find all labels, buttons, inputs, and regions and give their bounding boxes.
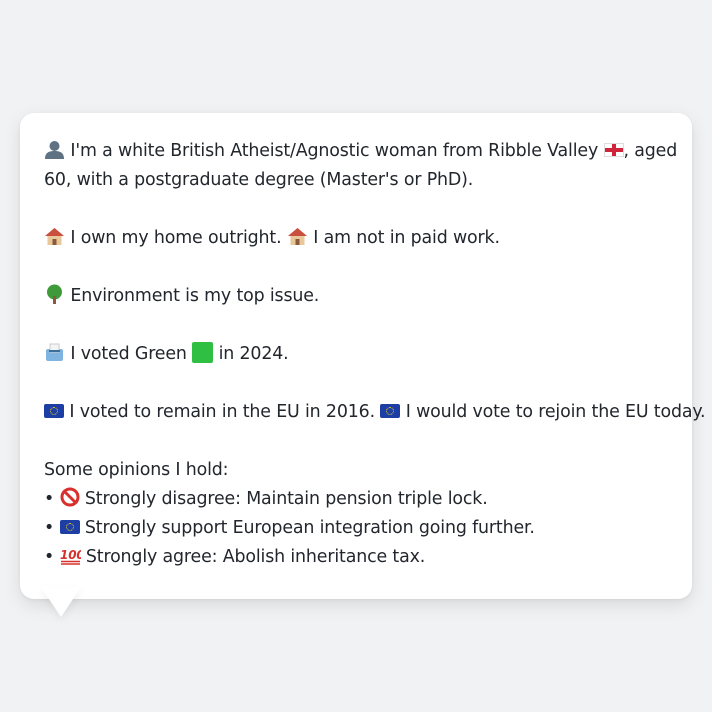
speech-bubble-tail [41, 587, 81, 617]
home-ownership-text: I own my home outright. [70, 228, 282, 248]
opinion-item: • Strongly disagree: Maintain pension tr… [44, 485, 668, 514]
ballot-box-icon [44, 340, 65, 369]
prohibited-icon [60, 485, 80, 514]
green-square-icon [192, 342, 214, 363]
eu-flag-icon [44, 404, 64, 418]
eu-flag-icon [380, 404, 401, 418]
opinion-item: • Strongly support European integration … [44, 514, 668, 543]
vote-text: I voted Green [70, 344, 187, 364]
eu-rejoin-text: I would vote to rejoin the EU today. [405, 402, 706, 422]
bullet: • [44, 489, 55, 509]
vote-line: I voted Green in 2024. [44, 340, 668, 369]
top-issue-line: Environment is my top issue. [44, 282, 668, 311]
bullet: • [44, 518, 55, 538]
education-line: 60, with a postgraduate degree (Master's… [44, 170, 474, 190]
eu-line: I voted to remain in the EU in 2016. I w… [44, 398, 706, 427]
opinion-text: Strongly support European integration go… [84, 518, 535, 538]
eu-flag-icon [59, 520, 80, 534]
opinions-heading: Some opinions I hold: [44, 460, 229, 480]
home-line: I own my home outright. I am not in paid… [44, 224, 668, 253]
identity-line: I'm a white British Atheist/Agnostic wom… [44, 137, 677, 166]
opinion-text: Strongly agree: Abolish inheritance tax. [85, 547, 426, 567]
hundred-points-icon: 100 [60, 543, 84, 572]
opinion-text: Strongly disagree: Maintain pension trip… [84, 489, 488, 509]
bullet: • [44, 547, 55, 567]
opinion-item: • 100 Strongly agree: Abolish inheritanc… [44, 543, 668, 572]
svg-text:100: 100 [60, 548, 81, 562]
house-icon [287, 224, 308, 253]
eu-referendum-text: I voted to remain in the EU in 2016. [69, 402, 375, 422]
vote-year-text: in 2024. [218, 344, 289, 364]
tree-icon [44, 282, 65, 311]
top-issue-text: Environment is my top issue. [70, 286, 320, 306]
employment-text: I am not in paid work. [313, 228, 500, 248]
house-icon [44, 224, 65, 253]
identity-text: I'm a white British Atheist/Agnostic wom… [70, 141, 599, 161]
england-flag-icon [603, 143, 624, 157]
identity-age-prefix: , aged [623, 141, 678, 161]
persona-description: I'm a white British Atheist/Agnostic wom… [44, 137, 706, 572]
person-silhouette-icon [44, 137, 65, 166]
persona-speech-bubble: I'm a white British Atheist/Agnostic wom… [20, 113, 706, 599]
